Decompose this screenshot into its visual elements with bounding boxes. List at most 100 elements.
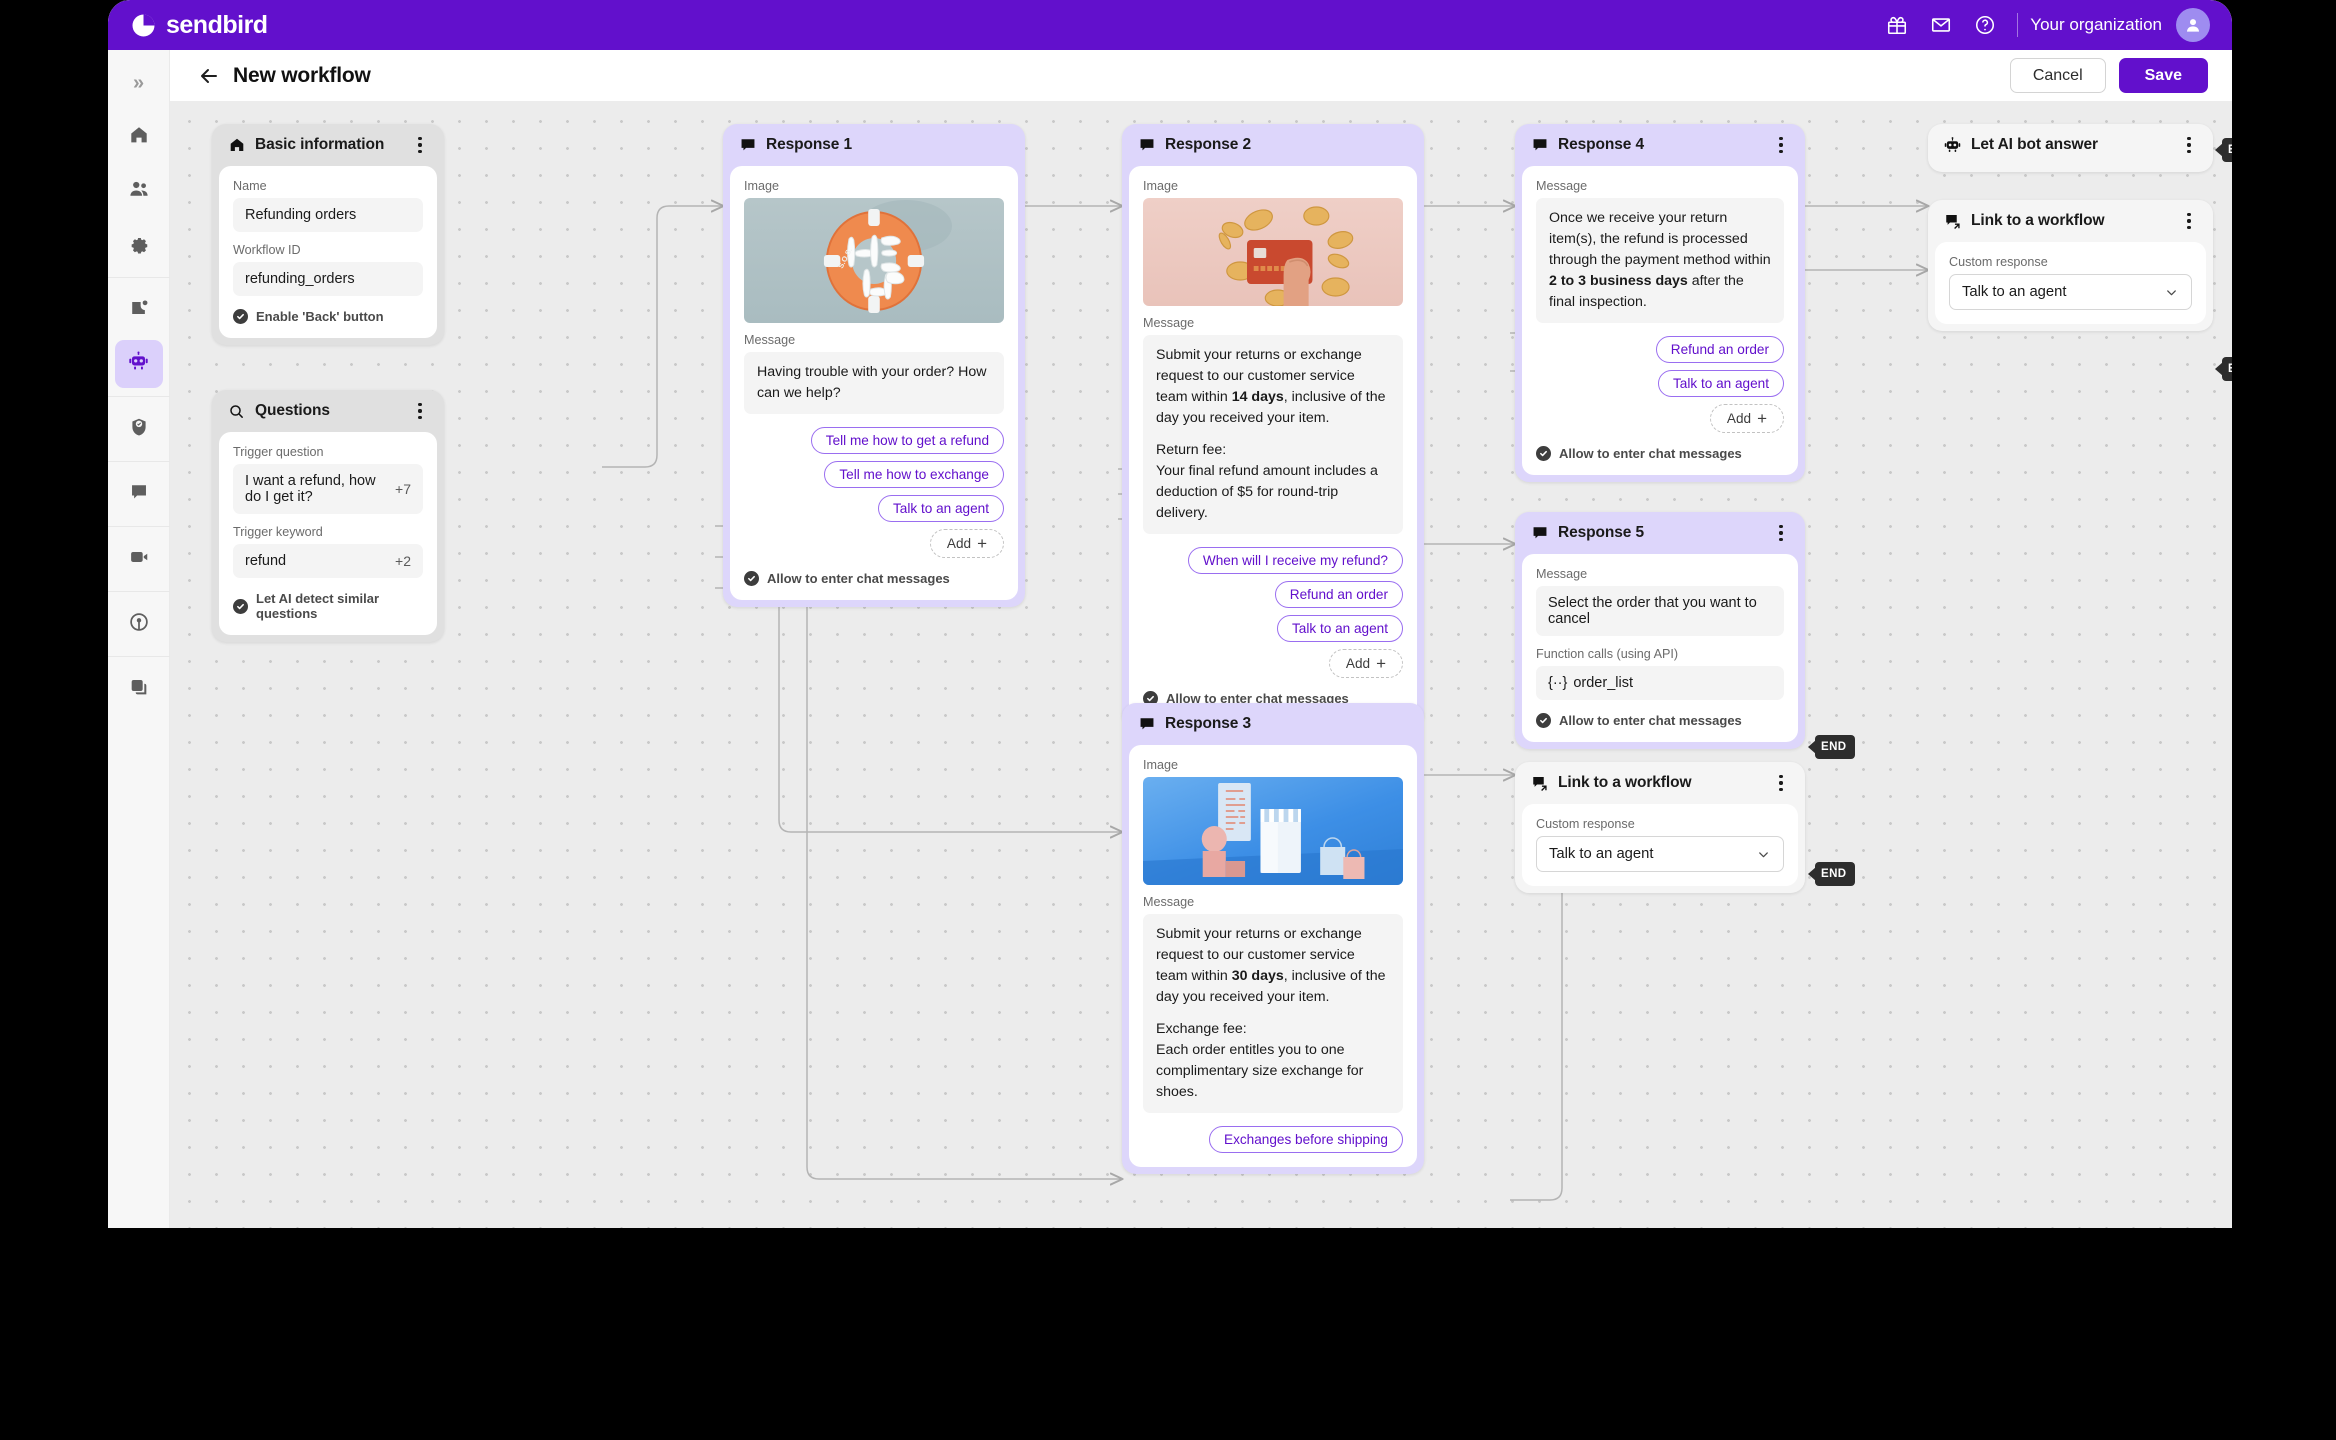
checkbox-label: Allow to enter chat messages [1559, 713, 1742, 728]
chip-option[interactable]: Tell me how to exchange [824, 461, 1004, 489]
allow-chat-messages-checkbox[interactable]: Allow to enter chat messages [1536, 713, 1784, 728]
sidebar-item-ai-chatbot[interactable] [114, 340, 163, 388]
rail-divider [108, 591, 170, 592]
brand-logo[interactable]: sendbird [130, 11, 268, 40]
response-message[interactable]: Having trouble with your order? How can … [744, 352, 1004, 415]
node-link-to-workflow-bottom[interactable]: Link to a workflow Custom response Talk … [1515, 762, 1805, 893]
end-tag: END [2222, 357, 2232, 381]
allow-chat-messages-checkbox[interactable]: Allow to enter chat messages [1536, 446, 1784, 462]
checkbox-label: Allow to enter chat messages [767, 571, 950, 587]
collapse-rail-button[interactable]: » [115, 59, 163, 107]
workflow-id-input[interactable]: refunding_orders [233, 262, 423, 296]
chip-option[interactable]: Tell me how to get a refund [810, 427, 1004, 455]
node-response-2[interactable]: Response 2 Image Message Submit your ret… [1122, 124, 1424, 728]
node-header: Response 1 [723, 124, 1025, 166]
node-link-to-workflow-top[interactable]: Link to a workflow Custom response Talk … [1928, 200, 2213, 331]
name-input[interactable]: Refunding orders [233, 198, 423, 232]
response-message[interactable]: Submit your returns or exchange request … [1143, 335, 1403, 535]
help-circle-icon[interactable] [1963, 3, 2007, 47]
notification-icon [128, 297, 150, 324]
custom-response-label: Custom response [1536, 817, 1635, 831]
robot-icon [1943, 136, 1962, 155]
node-basic-information[interactable]: Basic information Name Refunding orders … [212, 124, 444, 345]
sidebar-item-home[interactable] [115, 113, 163, 161]
ai-detect-similar-checkbox[interactable]: Let AI detect similar questions [233, 591, 423, 621]
trigger-question-label: Trigger question [233, 445, 324, 459]
image-label: Image [1143, 179, 1179, 193]
quick-reply-chips: Refund an order Talk to an agent Add + [1536, 336, 1784, 434]
rail-divider [108, 396, 170, 397]
home-icon [128, 124, 150, 151]
node-response-5[interactable]: Response 5 Message Select the order that… [1515, 512, 1805, 749]
sidebar-item-notifications[interactable] [115, 286, 163, 334]
node-let-ai-bot-answer[interactable]: Let AI bot answer [1928, 124, 2213, 172]
end-tag: END [1815, 862, 1856, 886]
message-highlight: 30 days [1231, 968, 1284, 985]
node-title: Response 3 [1165, 715, 1252, 732]
sidebar-item-calls[interactable] [115, 535, 163, 583]
response-message[interactable]: Select the order that you want to cancel [1536, 586, 1784, 636]
message-icon [738, 136, 757, 155]
mail-icon[interactable] [1919, 3, 1963, 47]
node-menu-button[interactable] [410, 134, 430, 156]
trigger-question-input[interactable]: I want a refund, how do I get it? +7 [233, 464, 423, 514]
node-header: Link to a workflow [1515, 762, 1805, 804]
sidebar-item-users[interactable] [115, 167, 163, 215]
add-chip-button[interactable]: Add + [1328, 649, 1403, 679]
brand-name: sendbird [166, 10, 268, 39]
message-icon [1137, 715, 1156, 734]
rail-divider [108, 461, 170, 462]
message-label: Message [1536, 179, 1588, 193]
node-menu-button[interactable] [1771, 522, 1791, 544]
chat-bubble-icon [128, 481, 150, 508]
custom-response-select[interactable]: Talk to an agent [1949, 274, 2192, 310]
node-response-4[interactable]: Response 4 Message Once we receive your … [1515, 124, 1805, 483]
chip-option[interactable]: Talk to an agent [1658, 370, 1784, 398]
response-message[interactable]: Once we receive your return item(s), the… [1536, 198, 1784, 324]
sidebar-item-chat[interactable] [115, 470, 163, 518]
response-message[interactable]: Submit your returns or exchange request … [1143, 914, 1403, 1114]
node-questions[interactable]: Questions Trigger question I want a refu… [212, 390, 444, 642]
function-call-input[interactable]: {··} order_list [1536, 666, 1784, 700]
node-response-1[interactable]: Response 1 Image S.O.S. Message Having t… [723, 124, 1025, 608]
node-menu-button[interactable] [410, 400, 430, 422]
chip-option[interactable]: Exchanges before shipping [1209, 1126, 1403, 1154]
chip-option[interactable]: Refund an order [1274, 581, 1403, 609]
node-title: Response 5 [1558, 524, 1645, 541]
node-header: Response 5 [1515, 512, 1805, 554]
chip-option[interactable]: Talk to an agent [1277, 615, 1403, 643]
cancel-button[interactable]: Cancel [2009, 58, 2106, 93]
add-chip-button[interactable]: Add + [1709, 404, 1784, 434]
trigger-keyword-input[interactable]: refund +2 [233, 544, 423, 578]
sidebar-item-settings[interactable] [115, 221, 163, 269]
node-response-3[interactable]: Response 3 Image Message Submit your ret… [1122, 703, 1424, 1175]
back-button[interactable] [196, 63, 222, 89]
node-menu-button[interactable] [1771, 772, 1791, 794]
chip-option[interactable]: Refund an order [1655, 336, 1784, 364]
chip-option[interactable]: Talk to an agent [878, 495, 1004, 523]
node-menu-button[interactable] [2179, 134, 2199, 156]
custom-response-select[interactable]: Talk to an agent [1536, 836, 1784, 872]
node-header: Response 3 [1122, 703, 1424, 745]
chip-option[interactable]: When will I receive my refund? [1187, 547, 1403, 575]
shield-check-icon [128, 416, 150, 443]
check-icon [1536, 446, 1551, 462]
sidebar-item-moderation[interactable] [115, 405, 163, 453]
message-icon [1137, 136, 1156, 155]
gift-icon[interactable] [1875, 3, 1919, 47]
node-menu-button[interactable] [1771, 134, 1791, 156]
enable-back-button-checkbox[interactable]: Enable 'Back' button [233, 309, 423, 324]
allow-chat-messages-checkbox[interactable]: Allow to enter chat messages [744, 571, 1004, 587]
response-image [1143, 198, 1403, 306]
node-menu-button[interactable] [2179, 210, 2199, 232]
save-button[interactable]: Save [2118, 58, 2208, 93]
workflow-canvas[interactable]: Basic information Name Refunding orders … [170, 102, 2232, 1228]
sidebar-item-live[interactable] [115, 600, 163, 648]
node-header: Link to a workflow [1928, 200, 2213, 242]
add-chip-button[interactable]: Add + [929, 529, 1004, 559]
organization-name[interactable]: Your organization [2030, 15, 2162, 35]
check-icon [233, 309, 248, 324]
sidebar-item-apps[interactable] [115, 665, 163, 713]
message-label: Message [1143, 316, 1195, 330]
user-avatar[interactable] [2176, 8, 2210, 42]
